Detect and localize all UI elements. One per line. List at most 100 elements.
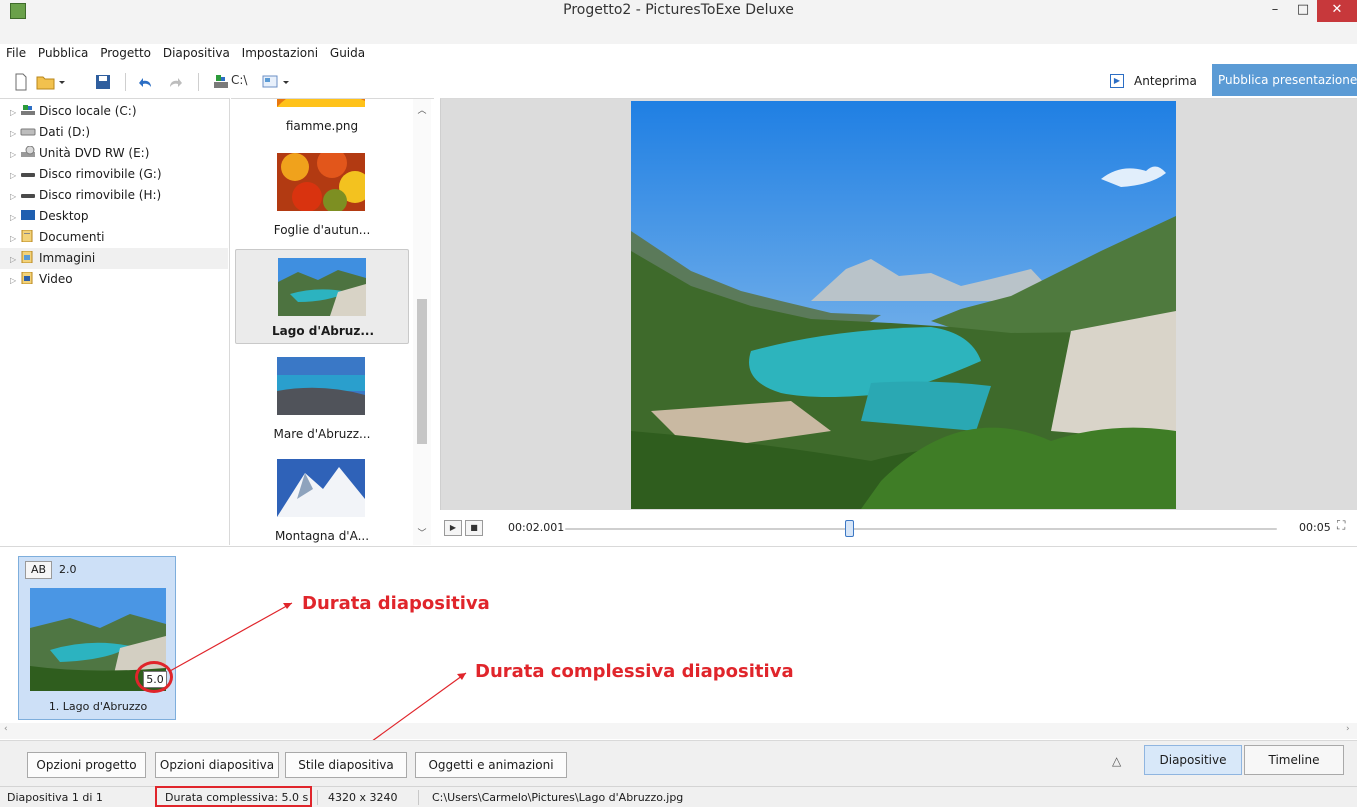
tree-item-dvd-e[interactable]: ▷ Unità DVD RW (E:) (0, 143, 228, 164)
expand-arrow-icon[interactable]: ▷ (10, 144, 20, 165)
scroll-thumb[interactable] (417, 299, 427, 444)
drive-label[interactable]: C:\ (231, 73, 247, 91)
expand-arrow-icon[interactable]: ▷ (10, 249, 20, 270)
thumbnail-item[interactable]: Foglie d'autun... (235, 149, 409, 244)
slide-strip-scrollbar[interactable]: ‹ › (0, 723, 1357, 739)
tree-item-disco-rimovibile-h[interactable]: ▷ Disco rimovibile (H:) (0, 185, 228, 206)
thumbnail-item[interactable]: Montagna d'A... (235, 455, 409, 545)
publish-presentation-button[interactable]: Pubblica presentazione (1212, 64, 1357, 96)
menu-impostazioni[interactable]: Impostazioni (236, 44, 320, 60)
timeline-slider[interactable] (565, 528, 1277, 530)
tree-item-label: Disco rimovibile (H:) (39, 188, 162, 202)
maximize-button[interactable]: □ (1290, 0, 1316, 22)
slide-options-button[interactable]: Opzioni diapositiva (155, 752, 279, 778)
window-title: Progetto2 - PicturesToExe Deluxe (563, 2, 794, 18)
thumbnail-name: fiamme.png (285, 119, 359, 133)
tab-timeline[interactable]: Timeline (1244, 745, 1344, 775)
tree-item-dati-d[interactable]: ▷ Dati (D:) (0, 122, 228, 143)
expand-arrow-icon[interactable]: ▷ (10, 270, 20, 291)
tree-item-label: Disco locale (C:) (39, 104, 137, 118)
collapse-icon[interactable]: △ (1112, 754, 1121, 768)
thumbnail-image (277, 459, 365, 517)
project-options-button[interactable]: Opzioni progetto (27, 752, 146, 778)
expand-arrow-icon[interactable]: ▷ (10, 207, 20, 228)
expand-arrow-icon[interactable]: ▷ (10, 123, 20, 144)
close-button[interactable]: ✕ (1317, 0, 1357, 22)
thumbnail-name: Lago d'Abruz... (271, 324, 375, 338)
folder-tree: ▷ Disco locale (C:) ▷ Dati (D:) ▷ Unità DVD… (0, 98, 230, 545)
annotation-rectangle (155, 786, 312, 807)
stop-icon[interactable]: ■ (465, 520, 483, 536)
video-folder-icon (21, 272, 33, 284)
thumbnail-image (277, 357, 365, 415)
current-time: 00:02.001 (508, 521, 565, 534)
tree-item-immagini[interactable]: ▷ Immagini (0, 248, 228, 269)
expand-arrow-icon[interactable]: ▷ (10, 165, 20, 186)
minimize-button[interactable]: – (1262, 0, 1288, 22)
preview-button[interactable]: ▶ Anteprima (1110, 68, 1197, 94)
scroll-left-icon[interactable]: ‹ (4, 724, 8, 734)
timeline-slider-handle[interactable] (845, 520, 855, 537)
annotation-total-duration: Durata complessiva diapositiva (475, 661, 794, 682)
removable-drive-icon (21, 173, 35, 177)
menu-diapositiva[interactable]: Diapositiva (157, 44, 232, 60)
tree-item-label: Dati (D:) (39, 125, 91, 139)
toolbar-separator (198, 73, 199, 91)
fullscreen-icon[interactable]: ⛶ (1337, 518, 1345, 533)
menu-file[interactable]: File (0, 44, 28, 60)
preview-label: Anteprima (1134, 74, 1197, 88)
tree-item-documenti[interactable]: ▷ Documenti (0, 227, 228, 248)
tree-item-disco-locale-c[interactable]: ▷ Disco locale (C:) (0, 101, 228, 122)
status-slide-index: Diapositiva 1 di 1 (7, 791, 103, 804)
file-thumbnails-panel: fiamme.png Foglie d'autun... Lago d'Abru… (231, 98, 434, 545)
tree-item-desktop[interactable]: ▷ Desktop (0, 206, 228, 227)
expand-arrow-icon[interactable]: ▷ (10, 102, 20, 123)
tree-item-label: Unità DVD RW (E:) (39, 146, 150, 160)
removable-drive-icon (21, 194, 35, 198)
status-resolution: 4320 x 3240 (328, 791, 398, 804)
undo-icon[interactable] (138, 73, 154, 91)
menu-guida[interactable]: Guida (324, 44, 367, 60)
save-icon[interactable] (95, 73, 111, 91)
documents-folder-icon (21, 230, 33, 242)
transition-badge[interactable]: AB (25, 561, 52, 579)
drive-icon (21, 105, 35, 115)
hdd-icon (20, 128, 36, 136)
expand-arrow-icon[interactable]: ▷ (10, 228, 20, 249)
thumbnail-item[interactable]: Mare d'Abruzz... (235, 353, 409, 448)
status-file-path: C:\Users\Carmelo\Pictures\Lago d'Abruzzo… (432, 791, 684, 804)
menu-pubblica[interactable]: Pubblica (32, 44, 90, 60)
slide-label: 1. Lago d'Abruzzo (48, 700, 148, 713)
tree-item-label: Documenti (39, 230, 105, 244)
scroll-right-icon[interactable]: › (1346, 724, 1350, 734)
thumbnails-scrollbar[interactable]: ︿ ﹀ (413, 99, 431, 545)
expand-arrow-icon[interactable]: ▷ (10, 186, 20, 207)
view-mode-icon[interactable] (262, 73, 292, 91)
slide-card[interactable]: AB 2.0 5.0 1. Lago d'Abruzzo (18, 556, 176, 720)
drive-icon[interactable] (213, 73, 229, 91)
tree-item-disco-rimovibile-g[interactable]: ▷ Disco rimovibile (G:) (0, 164, 228, 185)
thumbnail-item-selected[interactable]: Lago d'Abruz... (235, 249, 409, 344)
tree-item-video[interactable]: ▷ Video (0, 269, 228, 290)
tab-diapositive[interactable]: Diapositive (1144, 745, 1242, 775)
thumbnail-name: Foglie d'autun... (273, 223, 371, 237)
objects-animations-button[interactable]: Oggetti e animazioni (415, 752, 567, 778)
play-icon[interactable]: ▶ (444, 520, 462, 536)
scroll-down-icon[interactable]: ﹀ (413, 526, 431, 542)
bottom-button-bar: Opzioni progetto Opzioni diapositiva Sti… (0, 740, 1357, 786)
thumbnail-image (277, 99, 365, 107)
tree-item-label: Desktop (39, 209, 89, 223)
annotation-circle (135, 661, 173, 693)
new-project-icon[interactable] (14, 73, 28, 91)
slide-style-button[interactable]: Stile diapositiva (285, 752, 407, 778)
tree-item-label: Video (39, 272, 73, 286)
total-time: 00:05 (1299, 521, 1331, 534)
redo-icon[interactable] (167, 73, 183, 91)
thumbnail-image (277, 153, 365, 211)
thumbnail-name: Montagna d'A... (274, 529, 370, 543)
status-divider (317, 790, 318, 805)
scroll-up-icon[interactable]: ︿ (413, 103, 431, 119)
menu-progetto[interactable]: Progetto (94, 44, 153, 60)
open-folder-icon[interactable] (36, 73, 66, 91)
transition-duration[interactable]: 2.0 (59, 563, 77, 576)
